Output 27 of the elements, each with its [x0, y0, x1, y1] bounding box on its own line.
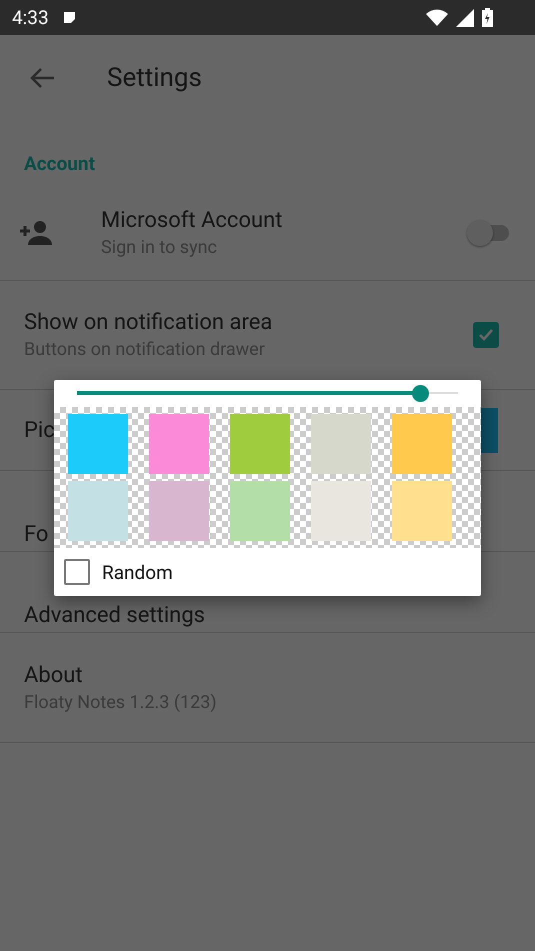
wifi-icon: [426, 9, 448, 26]
color-swatch[interactable]: [68, 414, 128, 474]
color-swatch[interactable]: [230, 481, 290, 541]
color-swatch[interactable]: [392, 414, 452, 474]
note-icon: [62, 11, 76, 24]
color-swatch[interactable]: [149, 481, 209, 541]
color-swatch[interactable]: [392, 481, 452, 541]
section-header: Account: [24, 152, 96, 175]
checkbox[interactable]: [64, 559, 90, 585]
item-title: Advanced settings: [24, 603, 206, 628]
item-title: Fo: [24, 522, 50, 547]
color-swatch[interactable]: [311, 481, 371, 541]
signal-icon: [456, 8, 474, 26]
add-person-icon: [18, 218, 54, 246]
clock: 4:33: [12, 6, 49, 29]
checkbox[interactable]: [473, 322, 499, 348]
color-swatch[interactable]: [311, 414, 371, 474]
item-title: About: [24, 662, 84, 688]
item-title: Microsoft Account: [101, 208, 284, 232]
checkbox-label: Random: [102, 560, 173, 584]
screen-title: Settings: [107, 62, 202, 92]
item-title: Show on notification area: [24, 310, 274, 335]
item-title: Pic: [24, 418, 56, 442]
color-swatch[interactable]: [230, 414, 290, 474]
battery-icon: [482, 8, 493, 27]
color-swatch[interactable]: [68, 481, 128, 541]
color-swatch[interactable]: [149, 414, 209, 474]
